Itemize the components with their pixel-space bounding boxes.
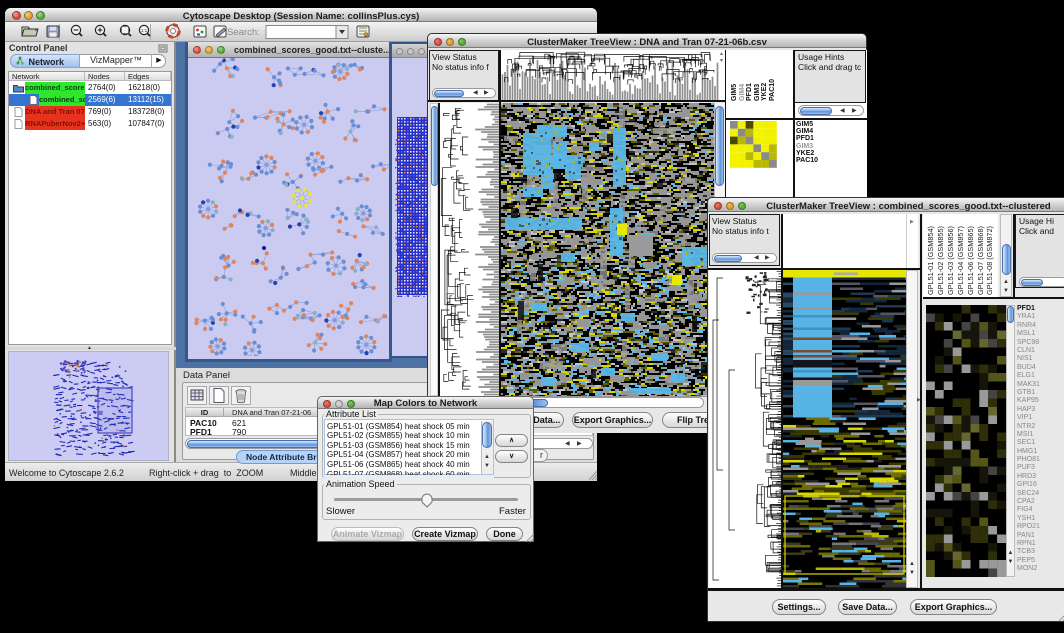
svg-text:1:1: 1:1 bbox=[141, 28, 148, 33]
